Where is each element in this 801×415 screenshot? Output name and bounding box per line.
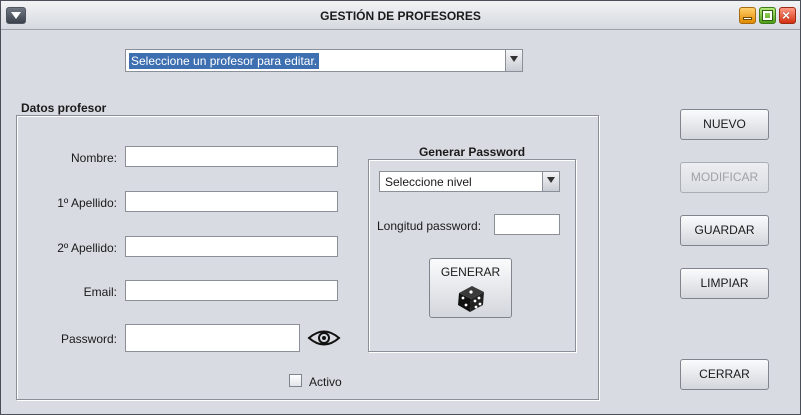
profesor-select[interactable]: Seleccione un profesor para editar. xyxy=(125,49,523,72)
minimize-icon xyxy=(743,17,752,20)
longitud-field[interactable] xyxy=(494,214,560,235)
chevron-down-icon xyxy=(510,56,518,62)
minimize-button[interactable] xyxy=(739,7,756,24)
profesor-select-value: Seleccione un profesor para editar. xyxy=(129,53,320,69)
show-password-eye-icon[interactable] xyxy=(306,326,342,350)
activo-label: Activo xyxy=(309,375,342,389)
nombre-label: Nombre: xyxy=(70,151,117,165)
activo-checkbox[interactable] xyxy=(289,374,302,387)
nuevo-button[interactable]: NUEVO xyxy=(680,109,769,140)
close-icon: × xyxy=(782,7,791,23)
nombre-field[interactable] xyxy=(125,146,338,167)
email-label: Email: xyxy=(83,285,117,299)
apellido2-label: 2º Apellido: xyxy=(57,241,117,255)
generar-button-label: GENERAR xyxy=(440,265,501,279)
nivel-select-value: Seleccione nivel xyxy=(385,175,472,189)
main-window: GESTIÓN DE PROFESORES × Seleccione un pr… xyxy=(0,0,801,415)
limpiar-button[interactable]: LIMPIAR xyxy=(680,268,769,299)
maximize-button[interactable] xyxy=(759,7,776,24)
email-field[interactable] xyxy=(125,280,338,301)
guardar-button[interactable]: GUARDAR xyxy=(680,215,769,246)
apellido1-label: 1º Apellido: xyxy=(57,196,117,210)
chevron-down-icon xyxy=(547,177,555,183)
password-field[interactable] xyxy=(125,324,300,352)
apellido2-field[interactable] xyxy=(125,236,338,257)
generar-button[interactable]: GENERAR xyxy=(429,258,512,318)
apellido1-field[interactable] xyxy=(125,191,338,212)
window-title: GESTIÓN DE PROFESORES xyxy=(320,9,481,23)
dice-icon xyxy=(458,286,484,312)
generar-password-title: Generar Password xyxy=(418,145,526,159)
datos-profesor-legend: Datos profesor xyxy=(21,101,107,115)
title-bar[interactable]: GESTIÓN DE PROFESORES × xyxy=(1,1,800,30)
longitud-label: Longitud password: xyxy=(377,219,482,233)
modificar-button[interactable]: MODIFICAR xyxy=(680,162,769,193)
cerrar-button[interactable]: CERRAR xyxy=(680,359,769,390)
maximize-icon xyxy=(762,10,773,21)
nivel-select[interactable]: Seleccione nivel xyxy=(379,171,560,192)
nivel-select-arrow[interactable] xyxy=(542,172,559,191)
password-label: Password: xyxy=(60,332,117,346)
profesor-select-arrow[interactable] xyxy=(505,50,522,71)
close-button[interactable]: × xyxy=(779,7,796,24)
